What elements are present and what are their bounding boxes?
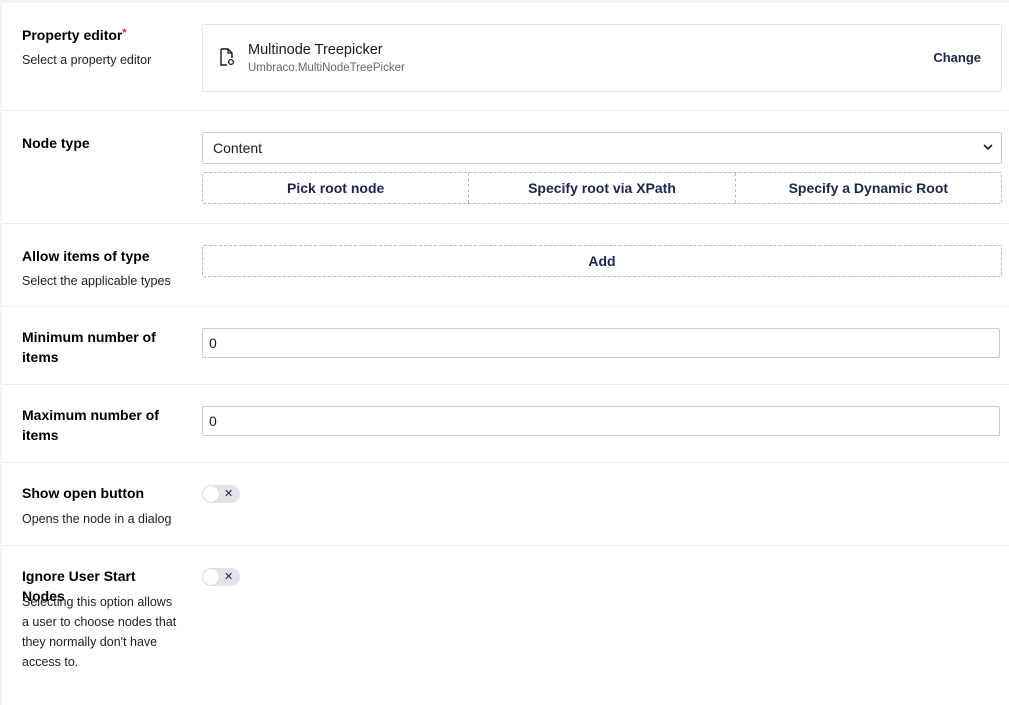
add-allowed-type-button[interactable]: Add xyxy=(202,245,1002,277)
allow-items-description: Select the applicable types xyxy=(22,274,171,288)
specify-root-xpath-button[interactable]: Specify root via XPath xyxy=(468,173,734,203)
change-editor-button[interactable]: Change xyxy=(933,50,981,65)
maximum-items-label: Maximum number of items xyxy=(22,407,159,443)
ignore-user-start-nodes-toggle[interactable]: ✕ xyxy=(202,568,240,586)
close-icon: ✕ xyxy=(224,571,234,583)
settings-panel: Property editor* Select a property edito… xyxy=(2,3,1009,705)
node-type-label: Node type xyxy=(22,135,90,151)
root-node-options: Pick root node Specify root via XPath Sp… xyxy=(202,172,1002,204)
minimum-items-input[interactable] xyxy=(202,328,1000,358)
show-open-button-row: Show open button Opens the node in a dia… xyxy=(2,463,1009,545)
editor-name: Multinode Treepicker xyxy=(248,42,383,58)
property-editor-description: Select a property editor xyxy=(22,53,152,67)
toggle-knob xyxy=(203,486,219,502)
maximum-items-input[interactable] xyxy=(202,406,1000,436)
property-editor-label: Property editor* xyxy=(22,27,127,43)
show-open-button-label: Show open button xyxy=(22,485,145,501)
show-open-button-toggle[interactable]: ✕ xyxy=(202,485,240,503)
required-marker: * xyxy=(122,27,127,39)
minimum-items-label: Minimum number of items xyxy=(22,329,156,365)
property-editor-card: Multinode Treepicker Umbraco.MultiNodeTr… xyxy=(202,24,1002,92)
ignore-user-start-nodes-row: Ignore User Start Nodes Selecting this o… xyxy=(2,546,1009,705)
property-editor-row: Property editor* Select a property edito… xyxy=(2,3,1009,110)
node-type-selected-value: Content xyxy=(213,140,263,156)
document-icon xyxy=(220,48,235,66)
show-open-button-description: Opens the node in a dialog xyxy=(22,512,172,526)
ignore-user-start-nodes-description: Selecting this option allows a user to c… xyxy=(22,595,177,669)
pick-root-node-button[interactable]: Pick root node xyxy=(203,173,468,203)
toggle-knob xyxy=(203,569,219,585)
close-icon: ✕ xyxy=(224,488,234,500)
allow-items-label: Allow items of type xyxy=(22,248,150,264)
node-type-row: Node type xyxy=(2,111,1009,223)
specify-dynamic-root-button[interactable]: Specify a Dynamic Root xyxy=(734,173,1001,203)
node-type-select[interactable]: Content xyxy=(202,132,1002,164)
editor-alias: Umbraco.MultiNodeTreePicker xyxy=(248,62,405,74)
chevron-down-icon xyxy=(983,144,993,151)
